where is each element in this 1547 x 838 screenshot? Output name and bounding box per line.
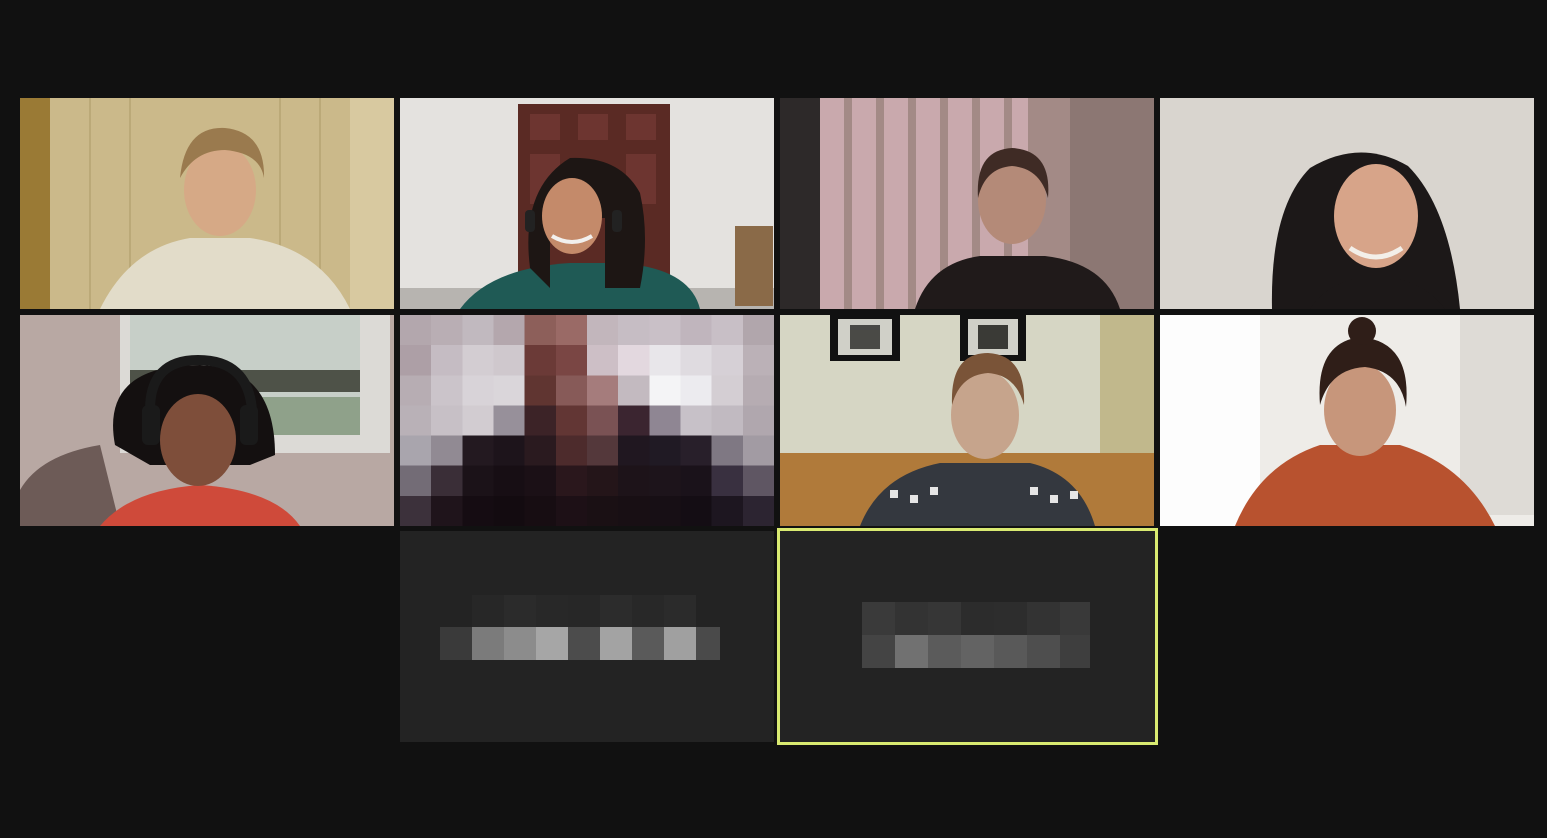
participant-tile-6-pixelated[interactable] — [400, 315, 774, 526]
participant-video-2 — [400, 98, 774, 309]
pixelated-name-9 — [440, 595, 720, 660]
participant-video-3 — [780, 98, 1154, 309]
participant-tile-7[interactable] — [780, 315, 1154, 526]
participant-tile-9-video-off[interactable] — [400, 531, 774, 742]
pixelated-video-6 — [400, 315, 774, 526]
participant-tile-3[interactable] — [780, 98, 1154, 309]
participant-tile-4[interactable] — [1160, 98, 1534, 309]
participant-tile-8[interactable] — [1160, 315, 1534, 526]
participant-tile-2[interactable] — [400, 98, 774, 309]
participant-video-1 — [20, 98, 394, 309]
participant-video-4 — [1160, 98, 1534, 309]
participant-video-5 — [20, 315, 394, 526]
participant-video-8 — [1160, 315, 1534, 526]
pixelated-name-10 — [862, 602, 1090, 668]
participant-tile-10-active-speaker[interactable] — [777, 528, 1158, 745]
participant-tile-5[interactable] — [20, 315, 394, 526]
participant-video-7 — [780, 315, 1154, 526]
participant-tile-1[interactable] — [20, 98, 394, 309]
